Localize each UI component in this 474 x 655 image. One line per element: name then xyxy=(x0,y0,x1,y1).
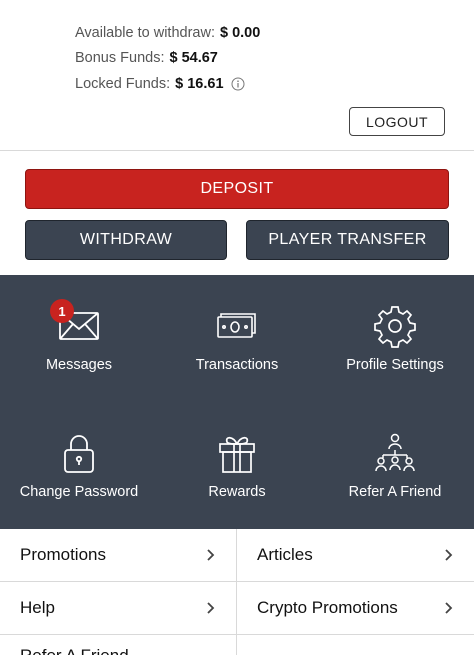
logout-button[interactable]: LOGOUT xyxy=(349,107,445,136)
promotions-label: Promotions xyxy=(20,545,106,564)
envelope-icon: 1 xyxy=(50,299,102,349)
help-label: Help xyxy=(20,598,55,617)
promotions-link[interactable]: Promotions xyxy=(0,529,236,581)
locked-funds-label: Locked Funds: xyxy=(75,75,171,92)
player-transfer-button[interactable]: PLAYER TRANSFER xyxy=(246,220,449,260)
rewards-tile[interactable]: Rewards xyxy=(158,402,316,529)
divider xyxy=(0,634,474,635)
lock-icon xyxy=(56,430,102,476)
change-password-label: Change Password xyxy=(19,484,139,500)
articles-label: Articles xyxy=(257,545,313,564)
chevron-right-icon xyxy=(206,600,216,614)
available-to-withdraw-value: $ 0.00 xyxy=(219,24,261,41)
cash-icon xyxy=(214,303,260,349)
partial-link-label[interactable]: Refer A Friend xyxy=(20,647,129,655)
refer-a-friend-tile[interactable]: Refer A Friend xyxy=(316,402,474,529)
gear-icon xyxy=(372,303,418,349)
bonus-funds-value: $ 54.67 xyxy=(169,50,218,67)
rewards-label: Rewards xyxy=(208,484,266,500)
profile-settings-tile[interactable]: Profile Settings xyxy=(316,275,474,402)
articles-link[interactable]: Articles xyxy=(237,529,474,581)
chevron-right-icon xyxy=(444,600,454,614)
chevron-right-icon xyxy=(444,547,454,561)
bonus-funds-label: Bonus Funds: xyxy=(75,50,165,67)
crypto-promotions-label: Crypto Promotions xyxy=(257,598,398,617)
messages-tile[interactable]: 1 Messages xyxy=(0,275,158,402)
bonus-funds-row: Bonus Funds: $ 54.67 xyxy=(75,46,415,72)
available-to-withdraw-row: Available to withdraw: $ 0.00 xyxy=(75,20,415,46)
change-password-tile[interactable]: Change Password xyxy=(0,402,158,529)
refer-a-friend-label: Refer A Friend xyxy=(348,484,442,500)
unread-badge: 1 xyxy=(50,299,74,323)
balance-summary: Available to withdraw: $ 0.00 Bonus Fund… xyxy=(75,20,415,97)
withdraw-button[interactable]: WITHDRAW xyxy=(25,220,227,260)
divider xyxy=(0,150,474,151)
locked-funds-row: Locked Funds: $ 16.61 xyxy=(75,71,415,97)
deposit-button[interactable]: DEPOSIT xyxy=(25,169,449,209)
column-divider xyxy=(236,529,237,655)
gift-icon xyxy=(214,430,260,476)
network-icon xyxy=(372,430,418,476)
account-menu-grid: 1 Messages Transactions Profile Settings xyxy=(0,275,474,529)
profile-settings-label: Profile Settings xyxy=(346,357,444,373)
transactions-tile[interactable]: Transactions xyxy=(158,275,316,402)
transactions-label: Transactions xyxy=(195,357,279,373)
messages-label: Messages xyxy=(45,357,113,373)
help-link[interactable]: Help xyxy=(0,582,236,634)
available-to-withdraw-label: Available to withdraw: xyxy=(75,24,215,41)
chevron-right-icon xyxy=(206,547,216,561)
crypto-promotions-link[interactable]: Crypto Promotions xyxy=(237,582,474,634)
link-list: Promotions Articles Help Crypto Promotio… xyxy=(0,529,474,655)
info-icon[interactable] xyxy=(231,77,245,91)
locked-funds-value: $ 16.61 xyxy=(175,75,224,92)
